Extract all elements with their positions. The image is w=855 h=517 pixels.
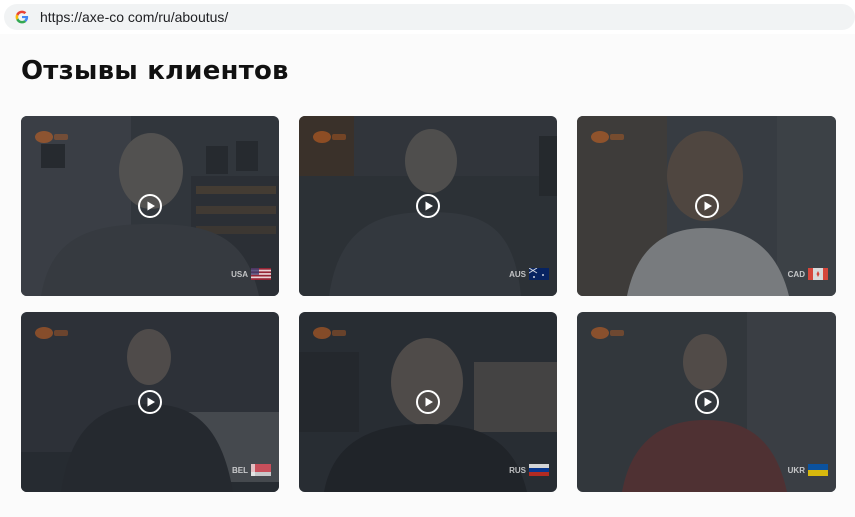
brand-logo-watermark xyxy=(35,326,69,340)
url-text: https://axe-co com/ru/aboutus/ xyxy=(40,9,229,25)
brand-logo-watermark xyxy=(35,130,69,144)
play-icon[interactable] xyxy=(415,193,441,219)
country-code: AUS xyxy=(509,269,526,279)
usa-flag-icon xyxy=(251,268,271,280)
country-code: BEL xyxy=(232,465,248,475)
country-label: USA xyxy=(231,268,271,280)
brand-logo-watermark xyxy=(313,130,347,144)
country-label: RUS xyxy=(509,464,549,476)
testimonial-video-card[interactable]: RUS xyxy=(299,312,557,492)
ukraine-flag-icon xyxy=(808,464,828,476)
play-icon[interactable] xyxy=(415,389,441,415)
country-label: UKR xyxy=(788,464,828,476)
country-code: CAD xyxy=(787,269,805,279)
country-code: UKR xyxy=(787,465,805,475)
testimonial-video-card[interactable]: AUS xyxy=(299,116,557,296)
bel-flag-icon xyxy=(251,464,271,476)
brand-logo-watermark xyxy=(313,326,347,340)
brand-logo-watermark xyxy=(591,326,625,340)
testimonial-video-card[interactable]: CAD xyxy=(577,116,836,296)
testimonials-grid: USA AUS CAD BEL RUS UKR xyxy=(21,116,836,492)
testimonial-video-card[interactable]: UKR xyxy=(577,312,836,492)
country-label: AUS xyxy=(509,268,549,280)
google-g-icon xyxy=(14,9,30,25)
testimonial-video-card[interactable]: BEL xyxy=(21,312,279,492)
play-icon[interactable] xyxy=(137,389,163,415)
country-label: CAD xyxy=(788,268,828,280)
url-field[interactable]: https://axe-co com/ru/aboutus/ xyxy=(4,4,855,30)
play-icon[interactable] xyxy=(137,193,163,219)
country-code: RUS xyxy=(509,465,526,475)
aus-flag-icon xyxy=(529,268,549,280)
browser-address-bar: https://axe-co com/ru/aboutus/ xyxy=(0,0,855,34)
page-title: Отзывы клиентов xyxy=(21,56,289,86)
country-code: USA xyxy=(231,269,248,279)
testimonial-video-card[interactable]: USA xyxy=(21,116,279,296)
brand-logo-watermark xyxy=(591,130,625,144)
country-label: BEL xyxy=(232,464,271,476)
play-icon[interactable] xyxy=(694,193,720,219)
russia-flag-icon xyxy=(529,464,549,476)
canada-flag-icon xyxy=(808,268,828,280)
play-icon[interactable] xyxy=(694,389,720,415)
